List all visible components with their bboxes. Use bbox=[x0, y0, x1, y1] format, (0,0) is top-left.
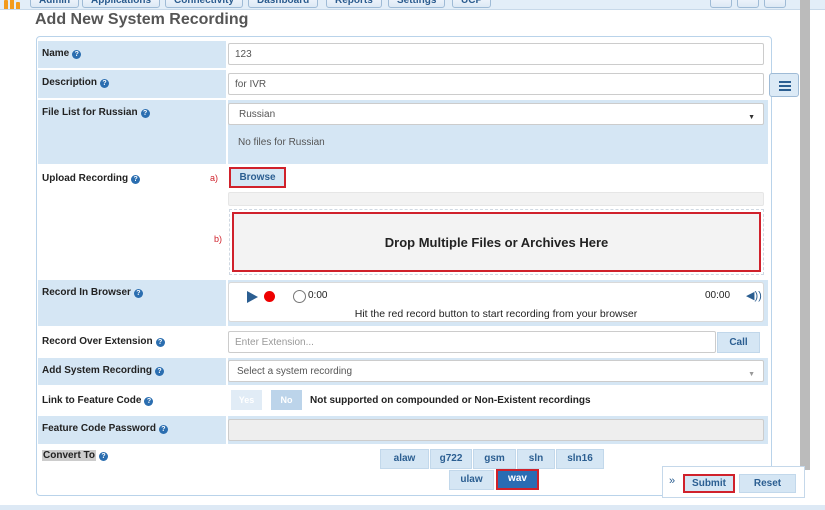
expand-icon[interactable]: » bbox=[669, 475, 675, 487]
help-icon[interactable]: ? bbox=[99, 452, 109, 461]
description-input[interactable]: for IVR bbox=[228, 73, 764, 95]
system-recording-placeholder: Select a system recording bbox=[237, 366, 353, 377]
system-recording-select[interactable]: Select a system recording ▼ bbox=[228, 360, 764, 382]
feature-password-input[interactable] bbox=[228, 419, 764, 441]
upload-progress bbox=[228, 192, 764, 206]
side-menu-button[interactable] bbox=[769, 73, 799, 97]
help-icon[interactable]: ? bbox=[133, 289, 143, 298]
dropzone[interactable]: Drop Multiple Files or Archives Here bbox=[229, 209, 764, 275]
volume-icon[interactable]: ◀)) bbox=[746, 289, 762, 302]
label-feature-code: Link to Feature Code? bbox=[38, 388, 226, 413]
nav-tab-dashboard[interactable]: Dashboard bbox=[248, 0, 319, 8]
convert-ulaw[interactable]: ulaw bbox=[449, 470, 494, 490]
nav-tab-ucp[interactable]: UCP bbox=[452, 0, 492, 8]
label-name: Name? bbox=[38, 41, 226, 68]
name-input[interactable]: 123 bbox=[228, 43, 764, 65]
convert-gsm[interactable]: gsm bbox=[473, 449, 516, 469]
play-icon[interactable] bbox=[247, 291, 258, 303]
label-convert: Convert To? bbox=[38, 446, 226, 464]
nav-tab-reports[interactable]: Reports bbox=[326, 0, 382, 8]
nav-tab-applications[interactable]: Applications bbox=[82, 0, 161, 8]
file-list-selected: Russian bbox=[239, 109, 276, 120]
feature-code-yes[interactable]: Yes bbox=[231, 390, 262, 410]
help-icon[interactable]: ? bbox=[155, 338, 165, 347]
scrollbar[interactable] bbox=[800, 0, 810, 470]
feature-code-note: Not supported on compounded or Non-Exist… bbox=[310, 395, 591, 406]
file-list-select[interactable]: Russian ▼ bbox=[228, 103, 764, 125]
chevron-down-icon: ▼ bbox=[748, 114, 755, 121]
page-title: Add New System Recording bbox=[35, 11, 249, 28]
nav-search-button[interactable] bbox=[737, 0, 759, 8]
time-current: 0:00 bbox=[308, 290, 328, 301]
browse-button[interactable]: Browse bbox=[229, 167, 286, 188]
convert-wav[interactable]: wav bbox=[496, 469, 539, 490]
action-bar: » Submit Reset bbox=[662, 466, 805, 498]
no-files-note: No files for Russian bbox=[238, 137, 325, 148]
label-file-list: File List for Russian? bbox=[38, 100, 226, 164]
nav-notify-button[interactable] bbox=[764, 0, 786, 8]
label-upload: Upload Recording? bbox=[38, 166, 226, 278]
label-record-browser: Record In Browser? bbox=[38, 280, 226, 326]
bottom-bar bbox=[0, 505, 825, 510]
record-hint: Hit the red record button to start recor… bbox=[354, 308, 638, 320]
time-total: 00:00 bbox=[705, 290, 731, 301]
label-description: Description? bbox=[38, 70, 226, 98]
label-add-system-recording: Add System Recording? bbox=[38, 358, 226, 385]
audio-player: 0:00 00:00 ◀)) Hit the red record button… bbox=[228, 282, 764, 322]
convert-sln[interactable]: sln bbox=[517, 449, 555, 469]
call-button[interactable]: Call bbox=[717, 332, 760, 353]
label-feature-password: Feature Code Password? bbox=[38, 416, 226, 444]
logo bbox=[4, 0, 26, 9]
dropzone-label: Drop Multiple Files or Archives Here bbox=[232, 212, 761, 272]
convert-sln16[interactable]: sln16 bbox=[556, 449, 604, 469]
nav-tab-settings[interactable]: Settings bbox=[388, 0, 446, 8]
convert-g722[interactable]: g722 bbox=[430, 449, 472, 469]
help-icon[interactable]: ? bbox=[140, 109, 150, 118]
feature-code-no[interactable]: No bbox=[271, 390, 302, 410]
help-icon[interactable]: ? bbox=[155, 367, 165, 376]
nav-tab-connectivity[interactable]: Connectivity bbox=[165, 0, 244, 8]
record-icon[interactable] bbox=[264, 291, 275, 302]
help-icon[interactable]: ? bbox=[100, 79, 110, 88]
nav-tab-admin[interactable]: Admin bbox=[30, 0, 80, 8]
top-nav: Admin Applications Connectivity Dashboar… bbox=[0, 0, 825, 10]
nav-user-button[interactable] bbox=[710, 0, 732, 8]
help-icon[interactable]: ? bbox=[72, 50, 82, 59]
submit-button[interactable]: Submit bbox=[683, 474, 735, 493]
help-icon[interactable]: ? bbox=[131, 175, 141, 184]
help-icon[interactable]: ? bbox=[158, 425, 168, 434]
marker-b: b) bbox=[214, 234, 223, 244]
chevron-down-icon: ▼ bbox=[748, 371, 755, 378]
help-icon[interactable]: ? bbox=[144, 397, 154, 406]
marker-a: a) bbox=[210, 173, 219, 183]
reset-button[interactable]: Reset bbox=[739, 474, 796, 493]
label-record-extension: Record Over Extension? bbox=[38, 329, 226, 356]
progress-knob[interactable] bbox=[293, 290, 306, 303]
convert-alaw[interactable]: alaw bbox=[380, 449, 429, 469]
extension-input[interactable]: Enter Extension... bbox=[228, 331, 716, 353]
